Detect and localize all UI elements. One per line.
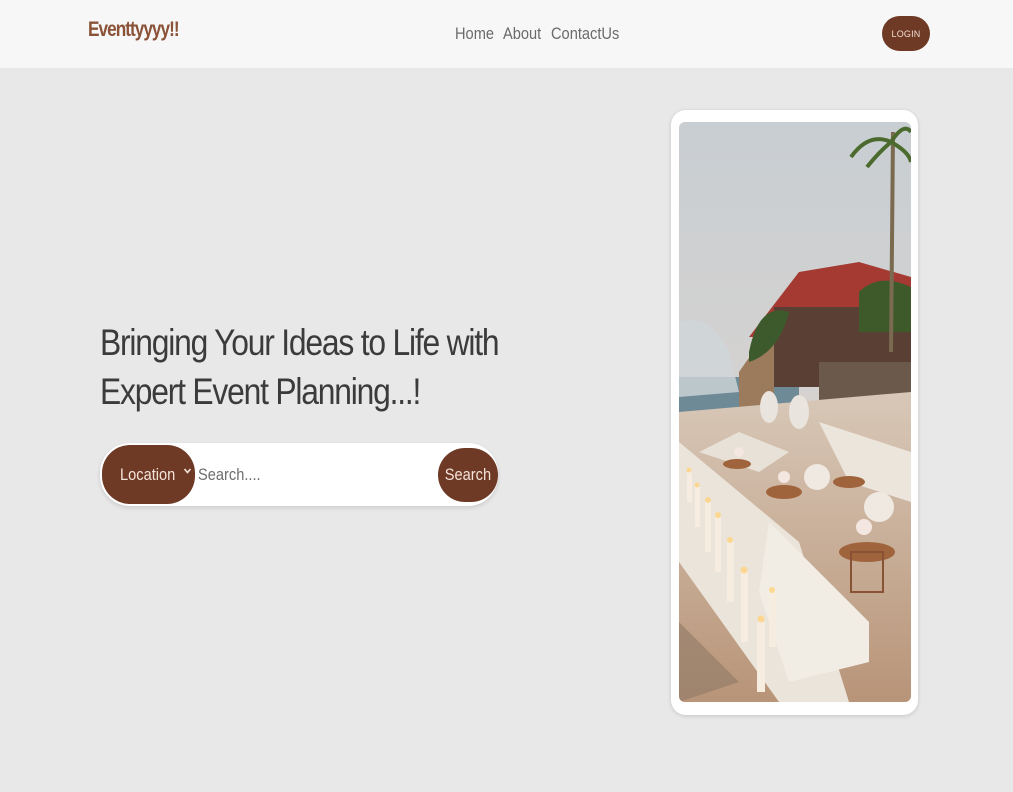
brand-logo[interactable]: Eventtyyyy!! xyxy=(88,18,180,42)
navbar: Eventtyyyy!! Home About ContactUs LOGIN xyxy=(0,0,1013,68)
search-button-label: Search xyxy=(444,465,492,484)
nav-link-home[interactable]: Home xyxy=(455,24,494,44)
search-bar: Location Search.... Search xyxy=(100,443,532,506)
login-button[interactable]: LOGIN xyxy=(882,16,930,51)
event-venue-photo xyxy=(679,122,911,702)
hero-title-line-1: Bringing Your Ideas to Life with xyxy=(100,322,500,363)
nav-link-about[interactable]: About xyxy=(503,24,541,44)
nav-links: Home About ContactUs xyxy=(455,24,622,44)
chevron-down-icon xyxy=(183,468,192,474)
hero-image-card xyxy=(671,110,918,715)
nav-link-contactus[interactable]: ContactUs xyxy=(551,24,619,44)
location-select-label: Location xyxy=(120,464,176,484)
hero-title-line-2: Expert Event Planning...! xyxy=(100,371,421,412)
location-select[interactable]: Location xyxy=(102,445,195,504)
search-button[interactable]: Search xyxy=(438,448,498,502)
hero-title: Bringing Your Ideas to Life with Expert … xyxy=(100,318,500,416)
